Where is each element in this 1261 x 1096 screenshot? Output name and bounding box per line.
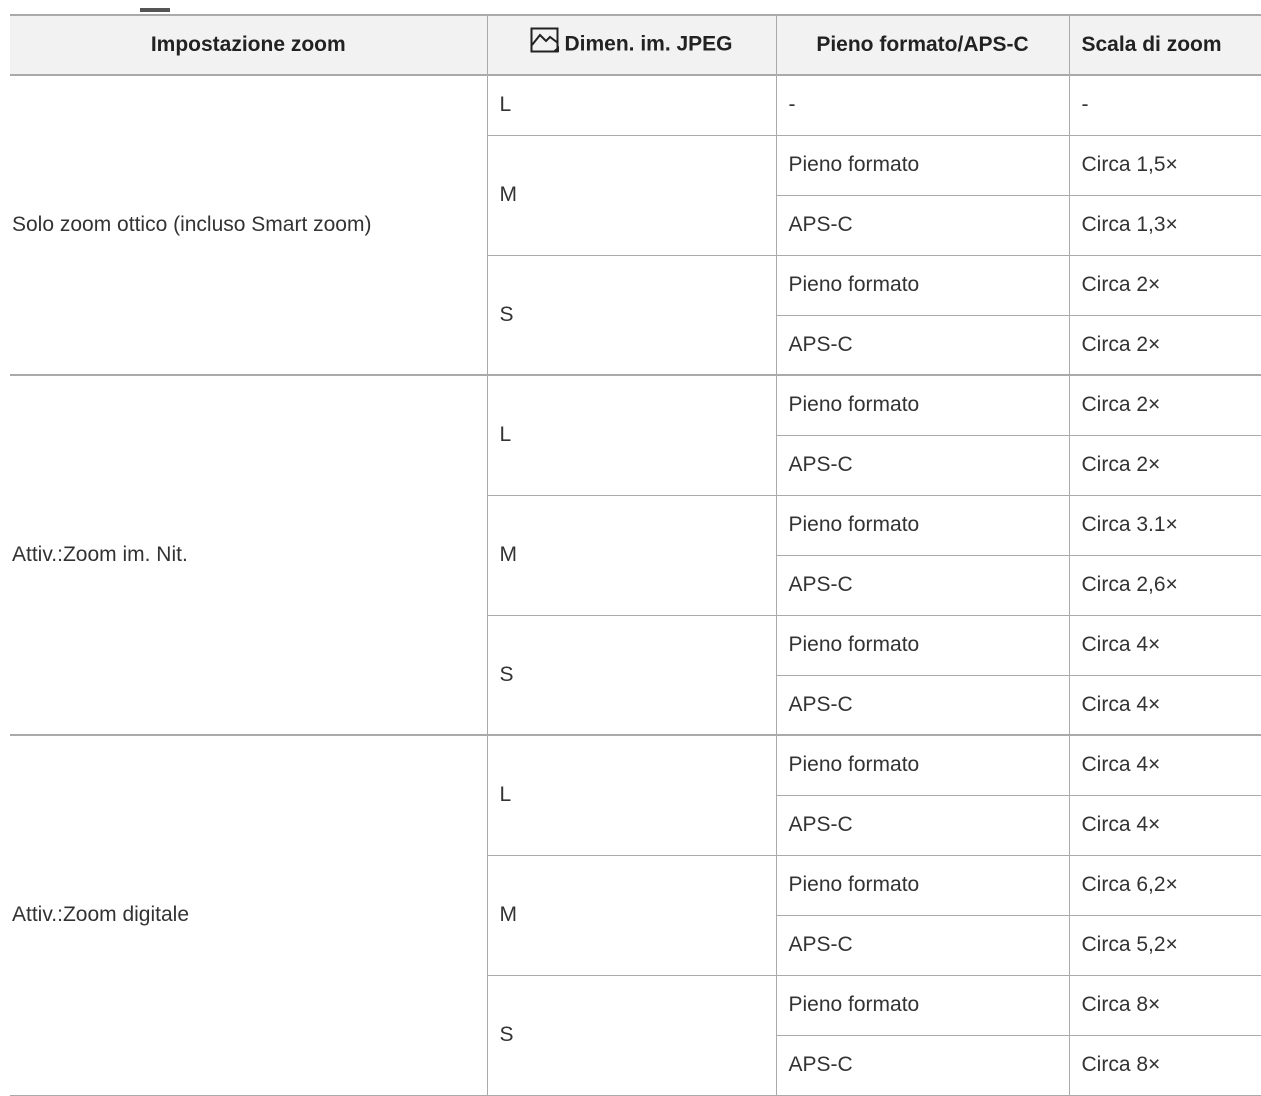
zoom-scale-cell: Circa 2× [1068, 374, 1261, 436]
format-cell: APS-C [775, 1034, 1070, 1096]
image-size-cell: L [486, 74, 777, 136]
image-size-cell: M [486, 134, 777, 256]
table-body: Solo zoom ottico (incluso Smart zoom) L - -… [10, 74, 1261, 1096]
format-cell: Pieno formato [775, 494, 1070, 556]
zoom-scale-cell: Circa 1,3× [1068, 194, 1261, 256]
header-zoom-setting: Impostazione zoom [10, 14, 488, 76]
zoom-scale-cell: Circa 1,5× [1068, 134, 1261, 196]
image-size-cell: S [486, 614, 777, 736]
format-cell: APS-C [775, 434, 1070, 496]
format-cell: APS-C [775, 914, 1070, 976]
format-cell: Pieno formato [775, 254, 1070, 316]
header-full-frame-apsc: Pieno formato/APS-C [775, 14, 1070, 76]
zoom-scale-table: Impostazione zoom Dimen. im. JPEG Pieno … [10, 14, 1261, 1096]
image-size-cell: S [486, 254, 777, 376]
format-cell: APS-C [775, 674, 1070, 736]
zoom-scale-cell: Circa 4× [1068, 614, 1261, 676]
zoom-scale-cell: Circa 2,6× [1068, 554, 1261, 616]
table-row: Attiv.:Zoom digitale L Pieno formato Circa … [10, 734, 1261, 1096]
zoom-scale-cell: - [1068, 74, 1261, 136]
zoom-scale-cell: Circa 2× [1068, 314, 1261, 376]
image-size-cell: L [486, 734, 777, 856]
zoom-scale-cell: Circa 4× [1068, 734, 1261, 796]
format-cell: Pieno formato [775, 974, 1070, 1036]
zoom-scale-cell: Circa 8× [1068, 1034, 1261, 1096]
zoom-scale-cell: Circa 6,2× [1068, 854, 1261, 916]
format-cell: APS-C [775, 314, 1070, 376]
format-cell: APS-C [775, 194, 1070, 256]
image-size-cell: M [486, 854, 777, 976]
top-rule-fragment [140, 0, 170, 12]
zoom-scale-cell: Circa 3.1× [1068, 494, 1261, 556]
zoom-scale-cell: Circa 5,2× [1068, 914, 1261, 976]
header-zoom-scale: Scala di zoom [1068, 14, 1261, 76]
zoom-scale-cell: Circa 4× [1068, 794, 1261, 856]
zoom-scale-cell: Circa 2× [1068, 434, 1261, 496]
zoom-scale-cell: Circa 2× [1068, 254, 1261, 316]
format-cell: - [775, 74, 1070, 136]
format-cell: APS-C [775, 794, 1070, 856]
zoom-setting-cell: Solo zoom ottico (incluso Smart zoom) [10, 74, 488, 376]
format-cell: APS-C [775, 554, 1070, 616]
header-jpeg-image-size: Dimen. im. JPEG [486, 14, 777, 76]
format-cell: Pieno formato [775, 614, 1070, 676]
zoom-scale-cell: Circa 8× [1068, 974, 1261, 1036]
table-row: Attiv.:Zoom im. Nit. L Pieno formato Circa … [10, 374, 1261, 736]
format-cell: Pieno formato [775, 734, 1070, 796]
zoom-setting-cell: Attiv.:Zoom im. Nit. [10, 374, 488, 736]
table-header-row: Impostazione zoom Dimen. im. JPEG Pieno … [10, 14, 1261, 76]
image-size-icon [530, 27, 560, 59]
format-cell: Pieno formato [775, 374, 1070, 436]
header-jpeg-size-label: Dimen. im. JPEG [564, 32, 733, 56]
zoom-setting-cell: Attiv.:Zoom digitale [10, 734, 488, 1096]
table-row: Solo zoom ottico (incluso Smart zoom) L - - [10, 74, 1261, 376]
image-size-cell: M [486, 494, 777, 616]
format-cell: Pieno formato [775, 134, 1070, 196]
image-size-cell: L [486, 374, 777, 496]
zoom-scale-cell: Circa 4× [1068, 674, 1261, 736]
image-size-cell: S [486, 974, 777, 1096]
format-cell: Pieno formato [775, 854, 1070, 916]
